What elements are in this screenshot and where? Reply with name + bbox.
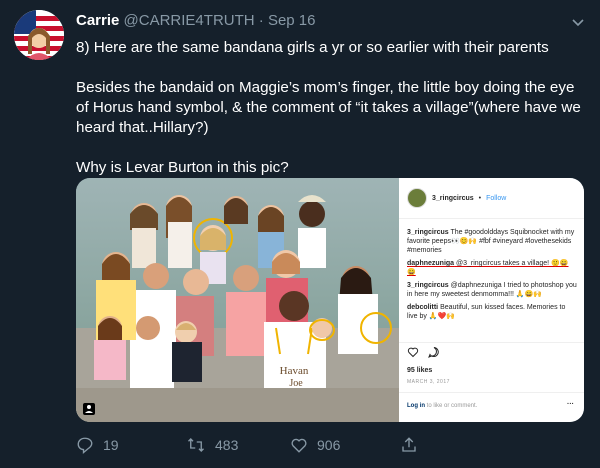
instagram-actions xyxy=(407,346,440,358)
reply-button[interactable]: 19 xyxy=(76,436,186,454)
shirt-text-2: Joe xyxy=(289,378,303,389)
follow-button[interactable]: Follow xyxy=(486,194,506,203)
author-handle[interactable]: @CARRIE4TRUTH xyxy=(124,12,255,29)
like-button[interactable]: 906 xyxy=(290,436,400,454)
comment-user[interactable]: daphnezuniga xyxy=(407,260,454,267)
comment: 3_ringcircus The #goodolddays Squibnocke… xyxy=(407,228,577,255)
separator: · xyxy=(258,12,264,29)
tweet-paragraph: 8) Here are the same bandana girls a yr … xyxy=(76,39,549,56)
retweet-button[interactable]: 483 xyxy=(186,436,290,454)
comment: daphnezuniga @3_ringcircus takes a villa… xyxy=(407,259,577,277)
heart-icon xyxy=(291,438,307,453)
instagram-header: 3_ringcircus • Follow xyxy=(407,188,506,208)
login-link[interactable]: Log in xyxy=(407,403,425,409)
instagram-comments: 3_ringcircus The #goodolddays Squibnocke… xyxy=(407,228,577,325)
tweet-media[interactable]: Havan Joe 3_ringcircus • Follow 3_ringci… xyxy=(76,178,584,422)
tweet-header: Carrie @CARRIE4TRUTH · Sep 16 xyxy=(76,12,316,29)
instagram-username[interactable]: 3_ringcircus xyxy=(432,194,474,203)
retweet-count: 483 xyxy=(215,437,239,453)
retweet-icon xyxy=(188,438,204,452)
comment: debcolitti Beautiful, sun kissed faces. … xyxy=(407,303,577,321)
shirt-text-1: Havan xyxy=(280,365,309,377)
more-options-icon[interactable]: ··· xyxy=(567,400,574,409)
tweet-body: 8) Here are the same bandana girls a yr … xyxy=(76,38,586,198)
follow-separator: • xyxy=(478,194,482,202)
likes-count[interactable]: 95 likes xyxy=(407,366,432,375)
instagram-avatar[interactable] xyxy=(407,188,427,208)
author-name[interactable]: Carrie xyxy=(76,12,119,29)
login-rest: to like or comment. xyxy=(425,403,478,409)
comment-user[interactable]: 3_ringcircus xyxy=(407,282,449,289)
instagram-panel: 3_ringcircus • Follow 3_ringcircus The #… xyxy=(399,178,584,422)
tweet-actions: 19 483 906 xyxy=(76,436,418,454)
comment-user[interactable]: 3_ringcircus xyxy=(407,229,449,236)
post-date: MARCH 3, 2017 xyxy=(407,379,450,385)
share-button[interactable] xyxy=(400,436,418,454)
divider xyxy=(399,218,584,219)
tweet-paragraph: Besides the bandaid on Maggie’s mom’s fi… xyxy=(76,79,581,136)
divider xyxy=(399,342,584,343)
like-count: 906 xyxy=(317,437,341,453)
chevron-down-icon[interactable] xyxy=(570,14,586,30)
heart-outline-icon[interactable] xyxy=(407,346,419,358)
login-prompt: Log in to like or comment. xyxy=(407,402,477,411)
flag-avatar-icon xyxy=(14,10,64,60)
tweet-paragraph: Why is Levar Burton in this pic? xyxy=(76,159,289,176)
comment: 3_ringcircus @daphnezuniga I tried to ph… xyxy=(407,281,577,299)
comment-icon[interactable] xyxy=(428,346,440,358)
group-photo: Havan Joe xyxy=(76,178,399,422)
reply-count: 19 xyxy=(103,437,119,453)
tweet-date[interactable]: Sep 16 xyxy=(268,12,316,29)
comment-user[interactable]: debcolitti xyxy=(407,304,438,311)
share-icon xyxy=(402,437,416,452)
reply-icon xyxy=(77,437,93,454)
divider xyxy=(399,392,584,393)
avatar[interactable] xyxy=(14,10,64,60)
